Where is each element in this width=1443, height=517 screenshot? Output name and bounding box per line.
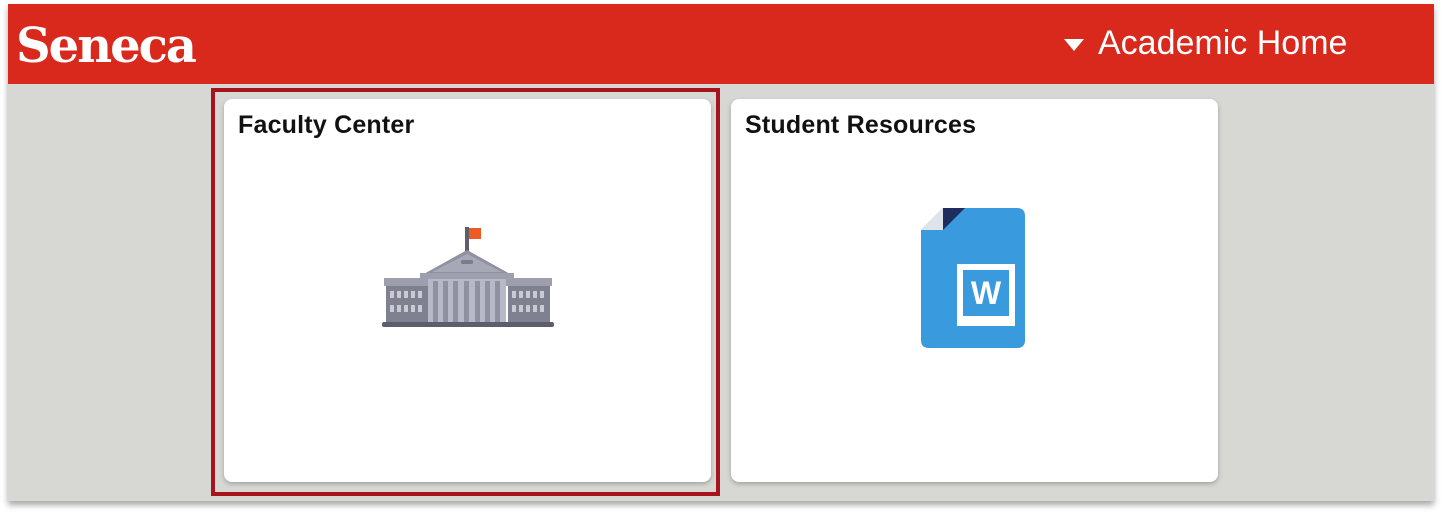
tile-title: Faculty Center: [238, 111, 415, 139]
tile-faculty-center[interactable]: Faculty Center: [224, 99, 711, 482]
word-document-icon: W: [921, 208, 1025, 348]
header-banner: Seneca Academic Home: [8, 4, 1434, 84]
tile-student-resources[interactable]: Student Resources W: [731, 99, 1218, 482]
university-building-icon: [382, 227, 554, 327]
caret-down-icon: [1064, 39, 1084, 51]
app-frame: Seneca Academic Home Faculty Center Stud…: [8, 4, 1434, 501]
seneca-logo[interactable]: Seneca: [16, 18, 197, 74]
svg-text:W: W: [971, 275, 1002, 311]
tile-title: Student Resources: [745, 111, 977, 139]
nav-title-label: Academic Home: [1098, 23, 1348, 62]
academic-home-menu[interactable]: Academic Home: [1064, 22, 1347, 64]
